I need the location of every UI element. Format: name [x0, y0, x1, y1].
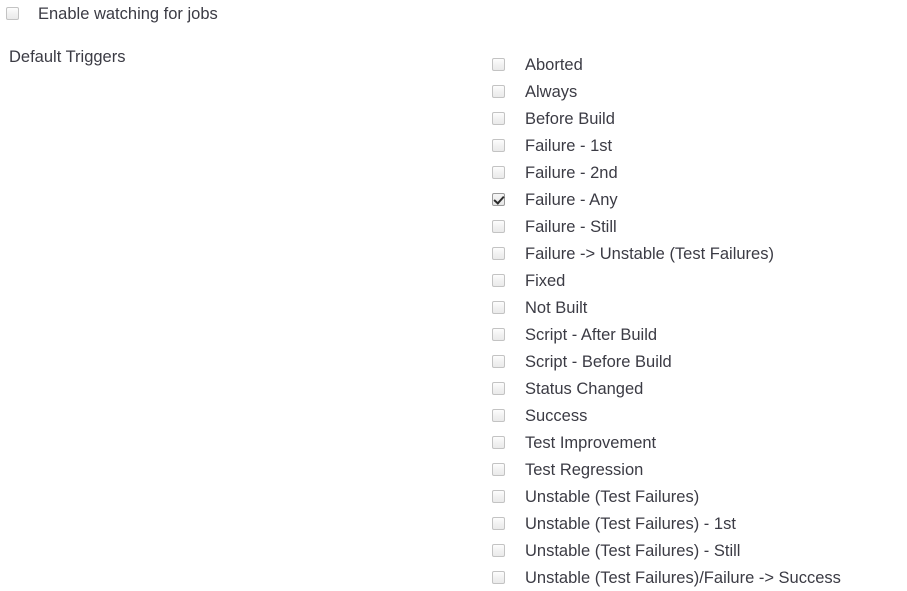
checkbox-icon[interactable]	[492, 112, 505, 125]
trigger-row[interactable]: Failure - 2nd	[492, 159, 907, 186]
trigger-row[interactable]: Failure -> Unstable (Test Failures)	[492, 240, 907, 267]
checkbox-icon[interactable]	[492, 517, 505, 530]
enable-watching-row[interactable]: Enable watching for jobs	[6, 4, 218, 24]
trigger-label: Test Improvement	[525, 433, 657, 452]
trigger-row[interactable]: Test Regression	[492, 456, 907, 483]
default-triggers-list: Aborted Always Before Build Failure - 1st Fa…	[492, 51, 907, 591]
trigger-label: Unstable (Test Failures) - 1st	[525, 514, 736, 533]
checkbox-icon[interactable]	[492, 463, 505, 476]
trigger-row[interactable]: Unstable (Test Failures)	[492, 483, 907, 510]
trigger-row[interactable]: Failure - Still	[492, 213, 907, 240]
trigger-row[interactable]: Unstable (Test Failures) - Still	[492, 537, 907, 564]
checkbox-icon[interactable]	[492, 544, 505, 557]
trigger-row[interactable]: Success	[492, 402, 907, 429]
trigger-label: Fixed	[525, 271, 566, 290]
checkbox-icon[interactable]	[492, 139, 505, 152]
trigger-label: Failure - Any	[525, 190, 618, 209]
default-triggers-label: Default Triggers	[9, 48, 126, 66]
trigger-label: Not Built	[525, 298, 588, 317]
trigger-label: Failure - 1st	[525, 136, 613, 155]
trigger-row[interactable]: Failure - Any	[492, 186, 907, 213]
trigger-label: Test Regression	[525, 460, 644, 479]
trigger-row[interactable]: Aborted	[492, 51, 907, 78]
trigger-row[interactable]: Not Built	[492, 294, 907, 321]
checkbox-icon[interactable]	[492, 571, 505, 584]
trigger-row[interactable]: Test Improvement	[492, 429, 907, 456]
trigger-label: Script - Before Build	[525, 352, 672, 371]
checkbox-icon[interactable]	[492, 328, 505, 341]
checkbox-icon[interactable]	[492, 436, 505, 449]
checkbox-checked-icon[interactable]	[492, 193, 505, 206]
trigger-label: Unstable (Test Failures) - Still	[525, 541, 741, 560]
trigger-label: Failure - Still	[525, 217, 617, 236]
trigger-row[interactable]: Failure - 1st	[492, 132, 907, 159]
checkbox-icon[interactable]	[492, 166, 505, 179]
checkbox-icon[interactable]	[492, 409, 505, 422]
checkbox-icon[interactable]	[492, 490, 505, 503]
trigger-row[interactable]: Script - After Build	[492, 321, 907, 348]
checkbox-icon[interactable]	[492, 355, 505, 368]
checkbox-icon[interactable]	[492, 58, 505, 71]
trigger-row[interactable]: Before Build	[492, 105, 907, 132]
trigger-row[interactable]: Unstable (Test Failures)/Failure -> Succ…	[492, 564, 907, 591]
trigger-row[interactable]: Script - Before Build	[492, 348, 907, 375]
trigger-label: Unstable (Test Failures)/Failure -> Succ…	[525, 568, 841, 587]
enable-watching-label: Enable watching for jobs	[38, 5, 218, 23]
checkbox-icon[interactable]	[492, 382, 505, 395]
trigger-row[interactable]: Status Changed	[492, 375, 907, 402]
checkbox-icon[interactable]	[492, 85, 505, 98]
checkbox-icon[interactable]	[492, 274, 505, 287]
trigger-label: Script - After Build	[525, 325, 658, 344]
trigger-label: Failure - 2nd	[525, 163, 618, 182]
trigger-label: Aborted	[525, 55, 583, 74]
trigger-label: Status Changed	[525, 379, 644, 398]
trigger-label: Unstable (Test Failures)	[525, 487, 700, 506]
trigger-label: Always	[525, 82, 578, 101]
checkbox-icon[interactable]	[6, 7, 19, 20]
checkbox-icon[interactable]	[492, 301, 505, 314]
trigger-label: Before Build	[525, 109, 615, 128]
checkbox-icon[interactable]	[492, 247, 505, 260]
trigger-row[interactable]: Always	[492, 78, 907, 105]
checkbox-icon[interactable]	[492, 220, 505, 233]
trigger-label: Success	[525, 406, 588, 425]
trigger-label: Failure -> Unstable (Test Failures)	[525, 244, 774, 263]
trigger-row[interactable]: Fixed	[492, 267, 907, 294]
trigger-row[interactable]: Unstable (Test Failures) - 1st	[492, 510, 907, 537]
